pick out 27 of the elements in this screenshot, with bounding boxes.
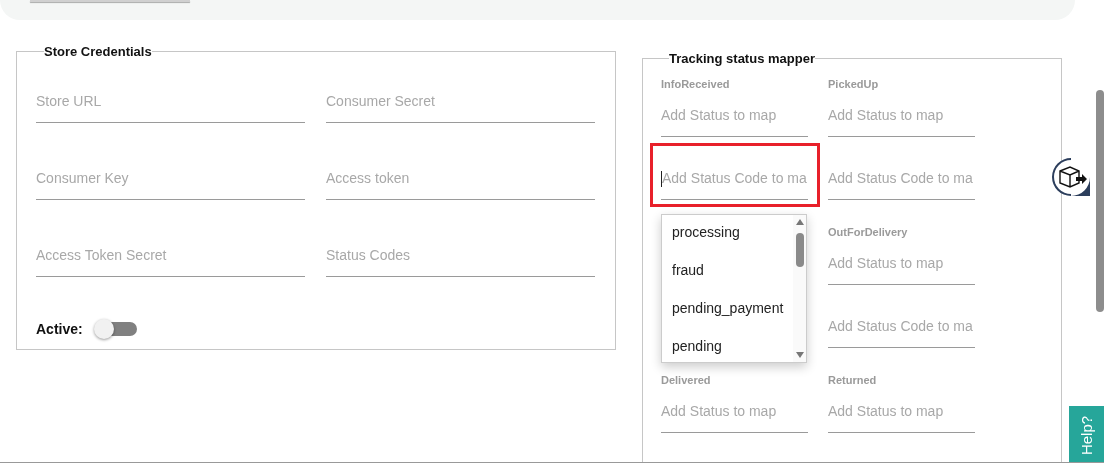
dropdown-option[interactable]: pending_payment <box>662 299 794 337</box>
status-field[interactable]: Add Status to map <box>828 103 975 137</box>
panel-title: Tracking status mapper <box>669 51 815 66</box>
status-field[interactable]: Add Status to map <box>661 399 808 433</box>
dropdown-option[interactable]: processing <box>662 223 794 261</box>
panel-title: Store Credentials <box>44 44 152 59</box>
input-field[interactable]: Access Token Secret <box>36 243 305 277</box>
status-label: PickedUp <box>828 77 880 91</box>
status-label: OutForDelivery <box>828 225 909 239</box>
status-label: Returned <box>828 373 878 387</box>
status-field[interactable]: Add Status to map <box>661 103 808 137</box>
dropdown-option[interactable]: pending <box>662 337 794 362</box>
status-label: Delivered <box>661 373 712 387</box>
input-field[interactable]: Consumer Secret <box>326 89 595 123</box>
help-tab[interactable]: Help? <box>1069 406 1104 462</box>
status-code-field[interactable]: Add Status Code to ma <box>817 291 987 355</box>
status-code-field[interactable]: Add Status Code to ma <box>650 143 820 207</box>
active-label: Active: <box>36 321 83 337</box>
input-field[interactable]: Consumer Key <box>36 166 305 200</box>
status-field[interactable]: Add Status to map <box>828 251 975 285</box>
input-field[interactable]: Store URL <box>36 89 305 123</box>
status-field[interactable]: Add Status to map <box>828 399 975 433</box>
status-code-field[interactable]: Add Status Code to ma <box>817 143 987 207</box>
input-field[interactable]: Access token <box>326 166 595 200</box>
status-label: InfoReceived <box>661 77 731 91</box>
input-field[interactable]: Status Codes <box>326 243 595 277</box>
dropdown-option[interactable]: fraud <box>662 261 794 299</box>
